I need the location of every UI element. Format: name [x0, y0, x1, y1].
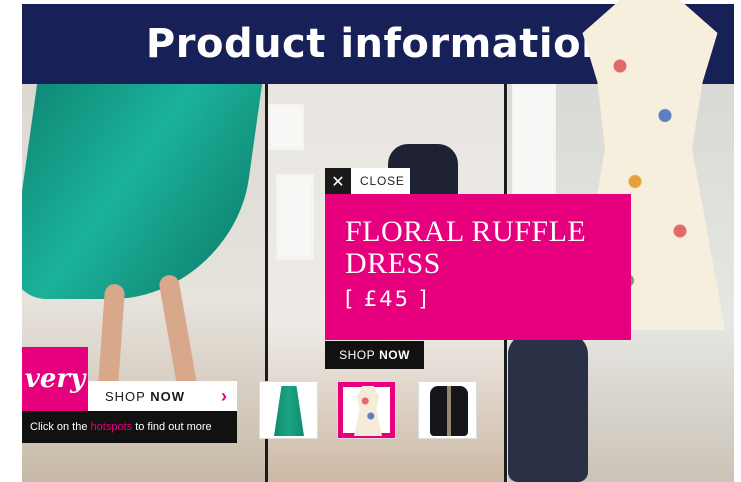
close-icon[interactable]: ✕ — [325, 168, 351, 194]
hotspot-instructions: Click on the hotspots to find out more — [22, 411, 237, 443]
model-jacket-image — [508, 334, 588, 482]
green-skirt-image — [22, 84, 263, 299]
logo-text: very — [24, 364, 86, 394]
shop-now-prefix: SHOP — [105, 388, 146, 404]
shop-now-button[interactable]: SHOP NOW › — [88, 381, 237, 411]
shop-now-bold: NOW — [150, 388, 186, 404]
popup-shop-now-button[interactable]: SHOP NOW — [325, 341, 424, 369]
window-image — [268, 104, 304, 150]
hotspot-suffix: to find out more — [135, 421, 212, 433]
hotspot-prefix: Click on the — [30, 421, 88, 433]
frame-image — [276, 174, 314, 260]
product-thumbnail-skirt[interactable] — [259, 381, 318, 439]
shop-now-label: SHOP NOW — [105, 389, 185, 404]
close-label: CLOSE — [360, 174, 405, 188]
product-title: FLORAL RUFFLE DRESS — [345, 215, 587, 280]
jacket-image — [430, 386, 468, 436]
skirt-image — [274, 386, 304, 436]
very-logo[interactable]: very — [22, 347, 88, 411]
close-button[interactable]: ✕ CLOSE — [325, 168, 410, 194]
shop-now-prefix: SHOP — [339, 348, 376, 362]
product-thumbnail-dress[interactable] — [337, 381, 396, 439]
product-info-card: FLORAL RUFFLE DRESS [ £45 ] — [325, 194, 631, 340]
chevron-right-icon: › — [221, 386, 227, 406]
product-thumbnail-jacket[interactable] — [418, 381, 477, 439]
shop-now-bold: NOW — [379, 348, 410, 362]
hotspot-highlight: hotspots — [90, 421, 133, 433]
product-price: [ £45 ] — [345, 287, 429, 311]
page-title: Product information — [145, 21, 611, 67]
